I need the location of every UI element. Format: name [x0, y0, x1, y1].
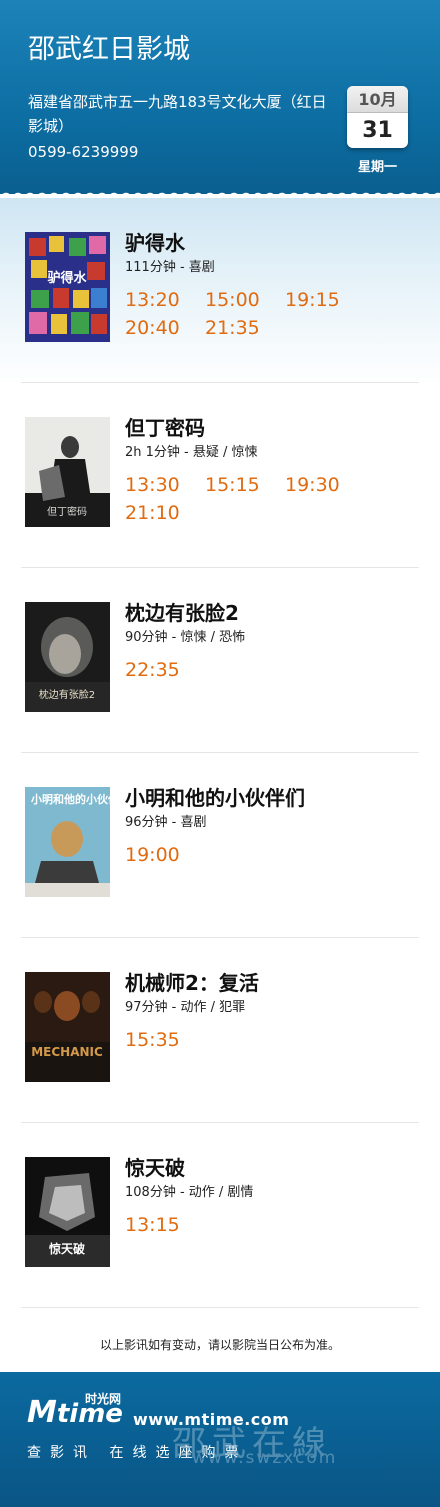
showtime[interactable]: 15:35: [125, 1026, 205, 1054]
showtime-list: 13:15: [125, 1211, 425, 1239]
showtime-list: 13:30 15:15 19:30 21:10: [125, 471, 425, 527]
showtime[interactable]: 21:10: [125, 499, 205, 527]
movie-item[interactable]: 枕边有张脸2 枕边有张脸2 90分钟 - 惊悚 / 恐怖 22:35: [21, 568, 419, 753]
showtimes-list: 驴得水 驴得水 111分钟 - 喜剧 13:20 15:00 19:1520:40 2…: [0, 198, 440, 1368]
movie-title[interactable]: 枕边有张脸2: [125, 600, 239, 626]
movie-item[interactable]: 驴得水 驴得水 111分钟 - 喜剧 13:20 15:00 19:15 20:40 2…: [21, 198, 419, 383]
movie-poster[interactable]: MECHANIC: [25, 972, 110, 1082]
movie-title[interactable]: 驴得水: [125, 230, 185, 256]
movie-title[interactable]: 小明和他的小伙伴们: [125, 785, 305, 811]
calendar-badge: 10月 31: [347, 86, 408, 148]
movie-poster[interactable]: 但丁密码: [25, 417, 110, 527]
showtime-list: 15:35: [125, 1026, 425, 1054]
showtime-list: 22:35: [125, 656, 425, 684]
movie-poster[interactable]: 枕边有张脸2: [25, 602, 110, 712]
showtime[interactable]: 22:35: [125, 656, 205, 684]
cinema-address: 福建省邵武市五一九路183号文化大厦（红日影城）: [28, 93, 327, 135]
showtime[interactable]: 15:15: [205, 471, 285, 499]
footer-banner: Mtime 时光网 www.mtime.com 查影讯 在线选座购票 邵武在線 …: [0, 1372, 440, 1507]
showtime[interactable]: 13:20: [125, 286, 205, 314]
showtime[interactable]: 15:00: [205, 286, 285, 314]
movie-poster[interactable]: 惊天破: [25, 1157, 110, 1267]
poster-title-text: 驴得水: [47, 270, 87, 286]
showtime[interactable]: 19:30: [285, 471, 365, 499]
calendar-day: 31: [362, 118, 393, 143]
showtime[interactable]: 19:15: [285, 286, 365, 314]
poster-title-text: MECHANIC: [31, 1045, 103, 1059]
logo-cn: 时光网: [85, 1392, 122, 1406]
footer-scallop-edge: [0, 1366, 440, 1378]
movie-item[interactable]: MECHANIC 机械师2：复活 97分钟 - 动作 / 犯罪 15:35: [21, 938, 419, 1123]
poster-title-text: 小明和他的小伙伴们: [30, 792, 110, 806]
movie-item[interactable]: 但丁密码 但丁密码 2h 1分钟 - 悬疑 / 惊悚 13:30 15:15 19:…: [21, 383, 419, 568]
calendar-weekday: 星期一: [357, 160, 397, 175]
showtime[interactable]: 19:00: [125, 841, 205, 869]
showtime-list: 19:00: [125, 841, 425, 869]
movie-info: 96分钟 - 喜剧: [125, 815, 207, 830]
poster-title-text: 枕边有张脸2: [39, 688, 95, 701]
movie-info: 90分钟 - 惊悚 / 恐怖: [125, 630, 246, 645]
showtime[interactable]: 20:40: [125, 314, 205, 342]
logo-m: M: [27, 1395, 57, 1430]
poster-title-text: 惊天破: [49, 1241, 85, 1256]
showtime[interactable]: 21:35: [205, 314, 285, 342]
showtime[interactable]: 13:30: [125, 471, 205, 499]
movie-item[interactable]: 小明和他的小伙伴们 小明和他的小伙伴们 96分钟 - 喜剧 19:00: [21, 753, 419, 938]
calendar-month: 10月: [347, 86, 408, 113]
cinema-header: 邵武红日影城 福建省邵武市五一九路183号文化大厦（红日影城） 0599-623…: [0, 0, 440, 194]
movie-item[interactable]: 惊天破 惊天破 108分钟 - 动作 / 剧情 13:15: [21, 1123, 419, 1308]
movie-info: 97分钟 - 动作 / 犯罪: [125, 1000, 246, 1015]
watermark-url: www.swzxcom: [192, 1448, 338, 1468]
movie-info: 2h 1分钟 - 悬疑 / 惊悚: [125, 445, 258, 460]
movie-poster[interactable]: 小明和他的小伙伴们: [25, 787, 110, 897]
header-scallop-edge: [0, 186, 440, 198]
poster-title-text: 但丁密码: [47, 505, 87, 518]
movie-title[interactable]: 但丁密码: [125, 415, 205, 441]
cinema-phone[interactable]: 0599-6239999: [28, 141, 138, 163]
watermark: 邵武在線 www.swzxcom: [82, 1416, 362, 1476]
showtime-list: 13:20 15:00 19:15 20:40 21:35: [125, 286, 425, 342]
movie-info: 111分钟 - 喜剧: [125, 260, 215, 275]
movie-title[interactable]: 惊天破: [125, 1155, 185, 1181]
movie-title[interactable]: 机械师2：复活: [125, 970, 259, 996]
schedule-notice: 以上影讯如有变动，请以影院当日公布为准。: [99, 1338, 340, 1352]
cinema-name: 邵武红日影城: [28, 34, 190, 65]
movie-poster[interactable]: 驴得水: [25, 232, 110, 342]
showtime[interactable]: 13:15: [125, 1211, 205, 1239]
movie-info: 108分钟 - 动作 / 剧情: [125, 1185, 254, 1200]
